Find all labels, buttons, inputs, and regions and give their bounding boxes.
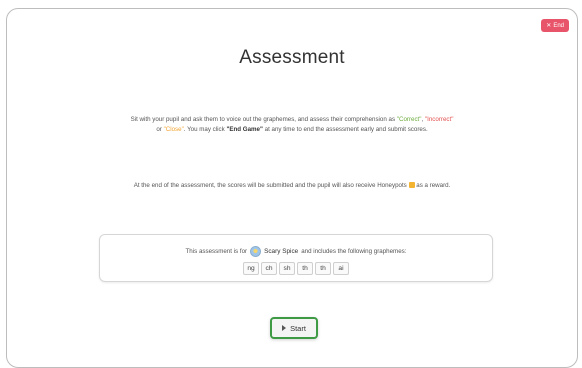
instructions-part3: . You may click	[183, 126, 227, 133]
instructions-part2: or	[156, 126, 164, 133]
assessment-info-box: This assessment is for Scary Spice and i…	[99, 234, 493, 282]
grapheme-chip: ng	[243, 262, 259, 275]
reward-text-part1: At the end of the assessment, the scores…	[133, 182, 407, 189]
end-game-label: "End Game"	[226, 126, 263, 133]
grapheme-chip: ch	[261, 262, 277, 275]
play-icon	[282, 325, 287, 331]
grapheme-list: ng ch sh th th ai	[100, 262, 492, 275]
avatar	[250, 246, 262, 257]
reward-text: At the end of the assessment, the scores…	[67, 181, 517, 191]
assessment-panel: ✕ End Assessment Sit with your pupil and…	[6, 8, 578, 368]
grapheme-chip: th	[297, 262, 313, 275]
close-label: "Close"	[163, 126, 184, 133]
incorrect-label: "Incorrect"	[424, 116, 454, 123]
start-button[interactable]: Start	[270, 317, 318, 339]
reward-text-part2: as a reward.	[416, 182, 451, 189]
grapheme-chip: ai	[333, 262, 349, 275]
assessment-info-line: This assessment is for Scary Spice and i…	[100, 246, 492, 257]
page-title: Assessment	[239, 47, 345, 68]
info-suffix: and includes the following graphemes:	[301, 248, 407, 255]
grapheme-chip: th	[315, 262, 331, 275]
instructions-part1: Sit with your pupil and ask them to voic…	[130, 116, 397, 123]
start-button-label: Start	[290, 323, 306, 333]
honeypot-icon	[408, 182, 415, 188]
instructions-part4: at any time to end the assessment early …	[262, 126, 428, 133]
info-prefix: This assessment is for	[185, 248, 248, 255]
close-icon: ✕	[546, 23, 552, 29]
pupil-name: Scary Spice	[264, 248, 299, 255]
end-button[interactable]: ✕ End	[541, 19, 569, 32]
grapheme-chip: sh	[279, 262, 295, 275]
end-button-label: End	[553, 22, 564, 29]
correct-label: "Correct"	[396, 116, 422, 123]
instructions-text: Sit with your pupil and ask them to voic…	[67, 115, 517, 135]
